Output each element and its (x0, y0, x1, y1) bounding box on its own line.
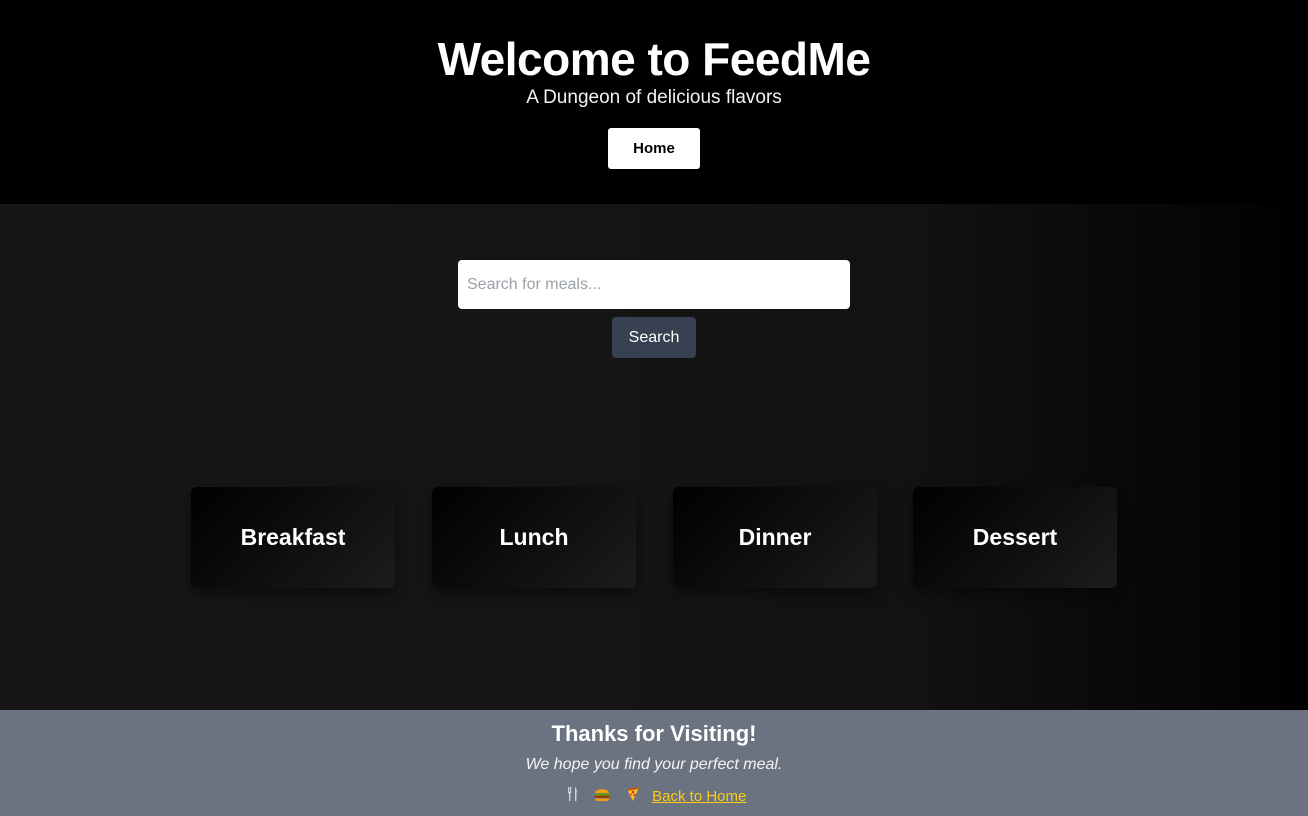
category-label: Dinner (738, 524, 812, 550)
footer-tagline: We hope you find your perfect meal. (525, 756, 783, 773)
back-to-home-link[interactable]: Back to Home (652, 788, 746, 805)
category-label: Breakfast (240, 524, 346, 550)
search-input[interactable] (458, 260, 850, 309)
footer-links: Back to Home (0, 786, 1308, 806)
home-button[interactable]: Home (608, 128, 700, 169)
footer-title: Thanks for Visiting! (551, 721, 757, 746)
category-label: Lunch (499, 524, 569, 550)
page-subtitle: A Dungeon of delicious flavors (526, 87, 782, 108)
site-footer: Thanks for Visiting! We hope you find yo… (0, 710, 1308, 816)
category-card-dessert[interactable]: Dessert (913, 487, 1117, 588)
page-title: Welcome to FeedMe (437, 33, 871, 85)
main-content: Search Breakfast Lunch Dinner Dessert (0, 204, 1308, 710)
site-header: Welcome to FeedMe A Dungeon of delicious… (0, 0, 1308, 204)
pizza-icon (625, 786, 641, 806)
category-card-lunch[interactable]: Lunch (432, 487, 636, 588)
burger-icon (593, 786, 611, 806)
fork-knife-icon (567, 786, 579, 806)
search-button[interactable]: Search (612, 317, 696, 358)
category-label: Dessert (972, 524, 1058, 550)
category-card-dinner[interactable]: Dinner (673, 487, 877, 588)
category-card-breakfast[interactable]: Breakfast (191, 487, 395, 588)
